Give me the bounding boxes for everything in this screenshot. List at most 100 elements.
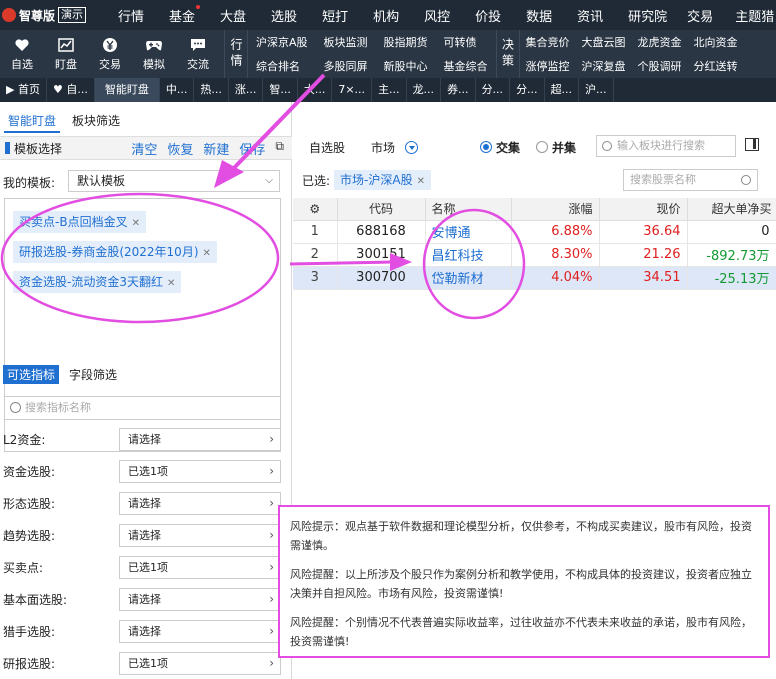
table-row[interactable]: 2 300151 昌红科技 8.30% 21.26 -892.73万 — [293, 243, 776, 267]
filter-select[interactable]: 请选择 › — [119, 619, 281, 643]
filter-label: 形态选股: — [3, 496, 56, 511]
tool-link[interactable]: 沪深复盘 — [576, 58, 632, 74]
tab-home[interactable]: ▶ 首页 — [0, 78, 47, 102]
restore-button[interactable]: 恢复 — [167, 139, 193, 158]
tab-watchlist[interactable]: ♥ 自... — [47, 78, 95, 102]
tool-link[interactable]: 综合排名 — [248, 58, 316, 74]
tab-field-filter[interactable]: 字段筛选 — [65, 365, 121, 384]
stock-search-input[interactable]: 搜索股票名称 — [623, 169, 758, 191]
menu-item-theme[interactable]: 主题猎 — [735, 6, 774, 25]
menu-item-research[interactable]: 研究院 — [628, 6, 667, 25]
my-template-select[interactable]: 默认模板 ⌵ — [68, 170, 280, 192]
stock-name[interactable]: 岱勒新材 — [425, 266, 512, 290]
monitor-button[interactable]: 盯盘 — [44, 30, 88, 78]
panel-toggle-icon[interactable] — [745, 138, 759, 151]
stock-name[interactable]: 昌红科技 — [425, 243, 512, 267]
tab-item[interactable]: 智... — [263, 78, 298, 102]
chat-button[interactable]: 交流 — [176, 30, 220, 78]
close-icon[interactable]: ✕ — [132, 218, 140, 229]
menu-item-institution[interactable]: 机构 — [373, 6, 399, 25]
tab-item[interactable]: 分... — [476, 78, 511, 102]
settings-icon[interactable]: ⚙ — [293, 198, 338, 221]
tab-item[interactable]: 沪... — [579, 78, 614, 102]
tool-link[interactable]: 个股调研 — [632, 58, 688, 74]
radio-label: 并集 — [552, 140, 577, 155]
radio-intersect[interactable]: 交集 — [480, 139, 520, 156]
filter-select[interactable]: 已选1项 › — [119, 651, 281, 675]
block-search-input[interactable]: 输入板块进行搜索 — [596, 135, 736, 157]
column-header[interactable]: 涨幅 — [511, 198, 600, 221]
tool-link[interactable]: 板块监测 — [316, 34, 376, 50]
stock-name[interactable]: 安博通 — [425, 220, 512, 244]
tool-link[interactable]: 多股同屏 — [316, 58, 376, 74]
tab-item[interactable]: 龙... — [407, 78, 442, 102]
tab-item[interactable]: 主... — [372, 78, 407, 102]
trade-button[interactable]: 交易 — [88, 30, 132, 78]
column-header[interactable]: 代码 — [337, 198, 426, 221]
tab-item[interactable]: 涨... — [229, 78, 264, 102]
tool-link[interactable]: 新股中心 — [376, 58, 436, 74]
menu-item-hq[interactable]: 行情 — [118, 6, 144, 25]
filter-select[interactable]: 请选择 › — [119, 587, 281, 611]
close-icon[interactable]: ✕ — [167, 278, 175, 289]
tool-link[interactable]: 可转债 — [436, 34, 496, 50]
menu-item-fund[interactable]: 基金 — [169, 4, 201, 25]
tool-link[interactable]: 北向资金 — [688, 34, 744, 50]
radio-union[interactable]: 并集 — [536, 139, 576, 156]
indicator-search-input[interactable]: 搜索指标名称 — [4, 396, 281, 420]
menu-item-value[interactable]: 价投 — [475, 6, 501, 25]
condition-chip[interactable]: 研报选股-券商金股(2022年10月) ✕ — [13, 241, 217, 263]
save-button[interactable]: 保存 — [239, 139, 265, 158]
tab-available-indicators[interactable]: 可选指标 — [3, 365, 60, 384]
tool-link[interactable]: 大盘云图 — [576, 34, 632, 50]
tool-link[interactable]: 龙虎资金 — [632, 34, 688, 50]
table-row-selected[interactable]: 3 300700 岱勒新材 4.04% 34.51 -25.13万 — [293, 266, 776, 290]
market-label[interactable]: 市场 — [371, 139, 395, 156]
tab-item[interactable]: 大... — [298, 78, 333, 102]
market-dropdown-icon[interactable] — [405, 140, 419, 154]
close-icon[interactable]: ✕ — [417, 176, 425, 187]
filter-select[interactable]: 已选1项 › — [119, 555, 281, 579]
column-header[interactable]: 超大单净买 — [687, 198, 776, 221]
new-button[interactable]: 新建 — [203, 139, 229, 158]
tab-item[interactable]: 券... — [441, 78, 476, 102]
table-row[interactable]: 1 688168 安博通 6.88% 36.64 0 — [293, 220, 776, 244]
menu-item-short[interactable]: 短打 — [322, 6, 348, 25]
watchlist-link[interactable]: 自选股 — [309, 139, 345, 156]
filter-select[interactable]: 请选择 › — [119, 523, 281, 547]
tool-link[interactable]: 涨停监控 — [520, 58, 576, 74]
tool-link[interactable]: 沪深京A股 — [248, 34, 316, 50]
tab-block-filter[interactable]: 板块筛选 — [68, 110, 124, 133]
tab-item[interactable]: 分... — [510, 78, 545, 102]
filter-select[interactable]: 请选择 › — [119, 491, 281, 515]
menu-item-data[interactable]: 数据 — [526, 6, 552, 25]
selected-market-chip[interactable]: 市场-沪深A股 ✕ — [334, 170, 431, 190]
watchlist-button[interactable]: 自选 — [0, 30, 44, 78]
menu-item-risk[interactable]: 风控 — [424, 6, 450, 25]
menu-item-trade[interactable]: 交易 — [687, 6, 713, 25]
column-header[interactable]: 名称 — [425, 198, 512, 221]
filter-select[interactable]: 已选1项 › — [119, 459, 281, 483]
tool-link[interactable]: 集合竞价 — [520, 34, 576, 50]
tool-link[interactable]: 分红送转 — [688, 58, 744, 74]
copy-icon[interactable]: ⧉ — [275, 139, 284, 158]
condition-chip[interactable]: 买卖点-B点回档金叉 ✕ — [13, 211, 146, 233]
tab-item[interactable]: 热... — [194, 78, 229, 102]
tool-link[interactable]: 基金综合 — [436, 58, 496, 74]
menu-item-stock-pick[interactable]: 选股 — [271, 6, 297, 25]
tool-link[interactable]: 股指期货 — [376, 34, 436, 50]
close-icon[interactable]: ✕ — [203, 248, 211, 259]
tab-item[interactable]: 超... — [545, 78, 580, 102]
template-collapse-icon[interactable] — [5, 142, 10, 154]
menu-item-market[interactable]: 大盘 — [220, 6, 246, 25]
tab-smart-monitor-sub[interactable]: 智能盯盘 — [4, 110, 61, 133]
simulate-button[interactable]: 模拟 — [132, 30, 176, 78]
condition-chip[interactable]: 资金选股-流动资金3天翻红 ✕ — [13, 271, 182, 293]
menu-item-news[interactable]: 资讯 — [577, 6, 603, 25]
column-header[interactable]: 现价 — [599, 198, 688, 221]
clear-button[interactable]: 清空 — [131, 139, 157, 158]
tab-item[interactable]: 7×... — [332, 78, 373, 102]
tab-smart-monitor[interactable]: 智能盯盘 — [94, 78, 160, 102]
filter-select[interactable]: 请选择 › — [119, 427, 281, 451]
tab-item[interactable]: 中... — [160, 78, 195, 102]
